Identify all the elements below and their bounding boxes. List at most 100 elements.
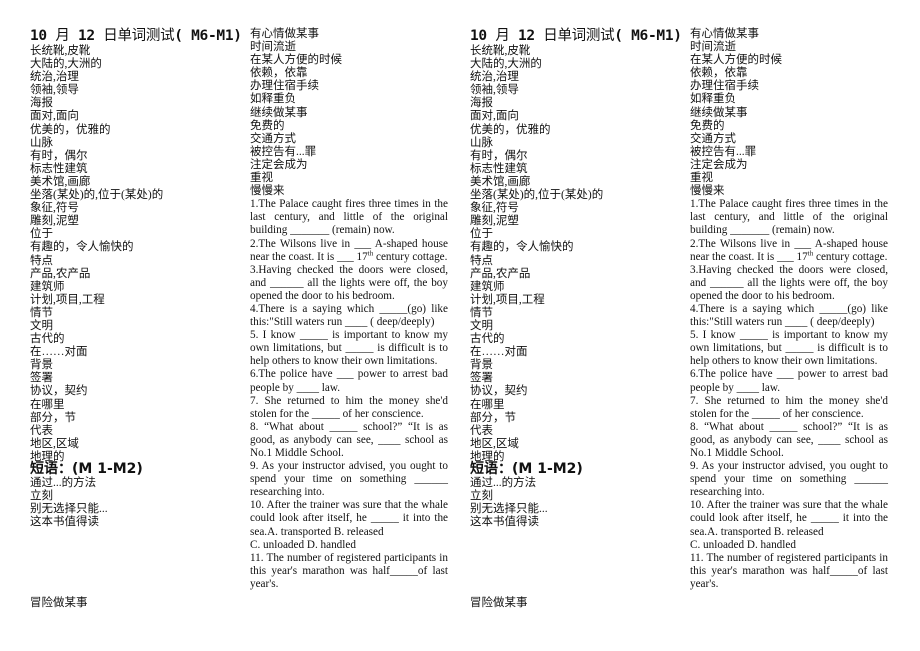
question-text: C. unloaded D. handled [690,538,796,551]
vocab-item: 大陆的,大洲的 [30,58,102,71]
question-item: 9. As your instructor advised, you ought… [250,460,448,499]
vocab-item: 地区,区域 [30,437,79,450]
vocab-item: 海报 [470,97,493,110]
vocab-item: 位于 [470,228,493,241]
vocab-item: 标志性建筑 [470,162,528,175]
vocab-column: 10 月 12 日单词测试( M6-M1) 长统靴,皮靴 大陆的,大洲的 统治,治理… [470,28,685,529]
vocab-item: 背景 [30,359,53,372]
question-item: 2.The Wilsons live in ___ A-shaped house… [690,238,888,264]
question-text: 7. She returned to him the money she'd s… [250,394,448,420]
question-item: 8. “What about _____ school?” “It is as … [690,421,888,460]
phrase-section-title: 短语：(M 1-M2) [30,461,143,477]
question-item: 1.The Palace caught fires three times in… [690,198,888,237]
vocab-item: 海报 [30,97,53,110]
question-text: 6.The police have ___ power to arrest ba… [250,368,448,394]
vocab-item: 立刻 [470,490,493,503]
vocab-item: 产品,农产品 [30,267,91,280]
vocab-item: 建筑师 [470,280,505,293]
vocab-item: 雕刻,泥塑 [30,215,79,228]
vocab-item: 统治,治理 [30,71,79,84]
question-text: 4.There is a saying which _____(go) like… [250,302,448,329]
question-list: 1.The Palace caught fires three times in… [690,198,888,591]
vocab-item: 有心情做某事 [690,28,759,40]
question-item: C. unloaded D. handled [690,539,888,552]
phrase-section-title: 短语：(M 1-M2) [470,461,583,477]
question-item: C. unloaded D. handled [250,539,448,552]
title-range: ( M6-M1) [614,28,682,44]
bottom-vocab-item: 冒险做某事 [470,597,528,609]
vocab-item: 标志性建筑 [30,162,88,175]
question-text: century cottage. [813,250,888,263]
vocab-item: 被控告有...罪 [690,145,757,158]
vocab-item: 通过...的方法 [470,477,537,489]
question-item: 4.There is a saying which _____(go) like… [250,303,448,329]
vocab-item: 特点 [30,254,53,267]
question-text: 3.Having checked the doors were closed, … [250,263,448,302]
vocab-item: 美术馆,画廊 [470,175,531,188]
question-item: 6.The police have ___ power to arrest ba… [250,368,448,394]
question-text: 6.The police have ___ power to arrest ba… [690,368,888,394]
title-text: 日单词测试 [543,28,615,44]
title-month: 月 [495,28,510,44]
question-text: 1.The Palace caught fires three times in… [690,198,888,237]
vocab-item: 如释重负 [250,93,296,106]
vocab-item: 有时，偶尔 [30,149,88,162]
question-text: 9. As your instructor advised, you ought… [250,460,448,499]
vocab-item: 免费的 [690,119,725,132]
vocab-item: 注定会成为 [690,158,748,171]
question-text: C. unloaded D. handled [250,538,356,551]
vocab-item: 长统靴,皮靴 [30,45,91,57]
phrase-list: 通过...的方法 立刻 别无选择只能... 这本书值得读 [30,477,245,529]
question-text: 3.Having checked the doors were closed, … [690,263,888,302]
question-text: 8. “What about _____ school?” “It is as … [690,420,888,459]
vocab-item: 位于 [30,228,53,241]
vocab-item: 计划,项目,工程 [470,293,545,306]
vocab-item: 依赖，依靠 [250,67,308,80]
vocab-item: 协议，契约 [30,385,88,398]
vocab-item: 重视 [690,172,713,185]
vocab-item: 立刻 [30,490,53,503]
vocab-list-2: 有心情做某事 时间流逝 在某人方便的时候 依赖，依靠 办理住宿手续 如释重负 继续做某事 免费… [250,28,448,198]
question-text: 8. “What about _____ school?” “It is as … [250,420,448,459]
vocab-item: 美术馆,画廊 [30,175,91,188]
vocab-item: 情节 [470,306,493,319]
vocab-item: 通过...的方法 [30,477,97,489]
vocab-item: 情节 [30,306,53,319]
vocab-item: 象征,符号 [470,202,519,215]
question-item: 9. As your instructor advised, you ought… [690,460,888,499]
vocab-item: 有趣的，令人愉快的 [30,241,134,254]
vocab-item: 办理住宿手续 [690,80,759,93]
title-date: 12 [77,28,95,44]
question-item: 2.The Wilsons live in ___ A-shaped house… [250,238,448,264]
vocab-item: 有心情做某事 [250,28,319,40]
question-text: 5. I know _____ is important to know my … [690,329,888,368]
question-item: 5. I know _____ is important to know my … [250,329,448,368]
vocab-item: 交通方式 [250,132,296,145]
vocab-item: 坐落(某处)的,位于(某处)的 [470,189,604,202]
vocab-item: 在某人方便的时候 [250,54,342,67]
vocab-item: 交通方式 [690,132,736,145]
vocab-item: 统治,治理 [470,71,519,84]
vocab-question-column: 有心情做某事 时间流逝 在某人方便的时候 依赖，依靠 办理住宿手续 如释重负 继续做某事 免费… [250,28,448,591]
vocab-item: 文明 [30,319,53,332]
vocab-item: 建筑师 [30,280,65,293]
question-item: 10. After the trainer was sure that the … [690,499,888,538]
vocab-list-2: 有心情做某事 时间流逝 在某人方便的时候 依赖，依靠 办理住宿手续 如释重负 继续做某事 免费… [690,28,888,198]
question-item: 11. The number of registered participant… [250,552,448,591]
vocab-item: 继续做某事 [690,106,748,119]
question-text: 10. After the trainer was sure that the … [690,499,888,538]
question-item: 6.The police have ___ power to arrest ba… [690,368,888,394]
vocab-item: 大陆的,大洲的 [470,58,542,71]
vocab-item: 依赖，依靠 [690,67,748,80]
question-item: 5. I know _____ is important to know my … [690,329,888,368]
vocab-item: 古代的 [470,333,505,346]
title-text: 日单词测试 [103,28,175,44]
vocab-item: 慢慢来 [690,185,725,198]
question-text: 11. The number of registered participant… [250,551,448,590]
vocab-item: 在哪里 [30,398,65,411]
vocab-item: 优美的，优雅的 [470,123,551,136]
vocab-item: 签署 [30,372,53,385]
title-day: 10 [470,28,487,44]
question-list: 1.The Palace caught fires three times in… [250,198,448,591]
vocab-item: 雕刻,泥塑 [470,215,519,228]
